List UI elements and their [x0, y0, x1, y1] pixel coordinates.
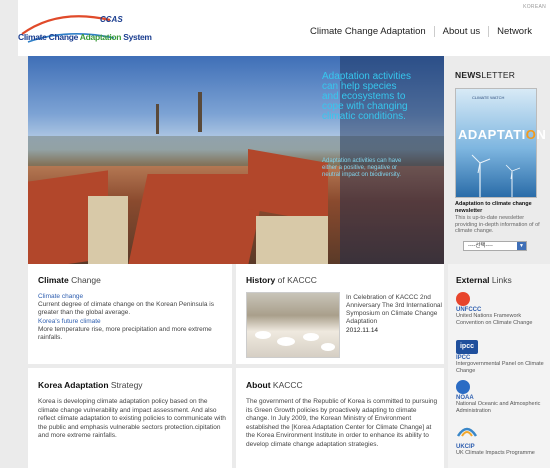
climate-change-link[interactable]: Climate change — [38, 293, 83, 300]
chevron-down-icon[interactable]: ▼ — [517, 242, 526, 250]
unfccc-logo-icon — [456, 292, 470, 306]
external-link-unfccc[interactable]: UNFCCC United Nations Framework Conventi… — [456, 292, 550, 326]
photo-table — [277, 337, 295, 346]
climate-change-desc: Current degree of climate change on the … — [38, 301, 214, 316]
hero-wall — [88, 196, 128, 264]
about-block: About KACCC The government of the Republ… — [236, 368, 444, 468]
history-heading: History of KACCC — [246, 275, 317, 285]
newsletter-select[interactable]: ----선택---- ▼ — [463, 241, 527, 251]
korea-adaptation-text: Korea is developing climate adaptation p… — [38, 398, 226, 439]
wind-turbine-icon — [471, 154, 521, 197]
climate-change-block: Climate Change Climate change Current de… — [28, 264, 232, 364]
newsletter-cover-tag: CLIMATE WATCH — [472, 95, 505, 100]
newsletter-select-value: ----선택---- — [468, 243, 493, 249]
ukcip-logo-icon — [456, 427, 478, 437]
external-link-desc: UK Climate Impacts Programme — [456, 450, 535, 456]
climate-change-heading: Climate Change — [38, 275, 101, 285]
external-link-ukcip[interactable]: UKCIP UK Climate Impacts Programme — [456, 424, 550, 457]
external-link-noaa[interactable]: NOAA National Oceanic and Atmospheric Ad… — [456, 380, 550, 414]
newsletter-description: This is up-to-date newsletter providing … — [455, 215, 540, 234]
hero-church-spire — [198, 92, 202, 132]
korea-adaptation-heading: Korea Adaptation Strategy — [38, 380, 143, 390]
logo-ccas-text: CCAS — [100, 15, 123, 24]
hero-church-spire — [156, 104, 159, 134]
hero-headline: Adaptation activities can help species a… — [322, 71, 411, 122]
external-links-heading: External Links — [456, 275, 512, 285]
external-links-panel: External Links UNFCCC United Nations Fra… — [448, 264, 550, 468]
external-link-desc: National Oceanic and Atmospheric Adminis… — [456, 401, 541, 414]
history-date: 2012.11.14 — [346, 327, 379, 334]
future-climate-link[interactable]: Korea's future climate — [38, 318, 101, 325]
site-logo[interactable]: CCAS Climate Change Adaptation System — [18, 12, 152, 50]
about-text: The government of the Republic of Korea … — [246, 398, 438, 448]
language-link-korean[interactable]: KOREAN — [523, 4, 546, 10]
main-nav: Climate Change Adaptation About us Netwo… — [302, 26, 540, 37]
nav-item-network[interactable]: Network — [489, 26, 540, 37]
photo-table — [321, 343, 335, 351]
newsletter-cover-image[interactable]: CLIMATE WATCH ADAPTATION — [455, 88, 546, 198]
hero-wall — [256, 216, 328, 264]
history-block: History of KACCC In Celebration of KACCC… — [236, 264, 444, 364]
external-link-desc: United Nations Framework Convention on C… — [456, 313, 533, 326]
nav-item-about-us[interactable]: About us — [435, 26, 489, 37]
noaa-logo-icon — [456, 380, 470, 394]
hero-subtext: Adaptation activities can have either a … — [322, 158, 402, 178]
site-header: KOREAN CCAS Climate Change Adaptation Sy… — [18, 0, 550, 56]
newsletter-heading: NEWSLETTER — [455, 70, 516, 80]
history-text[interactable]: In Celebration of KACCC 2nd Anniversary … — [346, 294, 442, 326]
symposium-photo[interactable] — [246, 292, 340, 358]
ipcc-logo-icon: ipcc — [456, 340, 478, 354]
photo-table — [303, 333, 319, 341]
newsletter-cover-title: ADAPTATION — [458, 127, 547, 142]
newsletter-caption[interactable]: Adaptation to climate change newsletter — [455, 201, 545, 214]
korea-adaptation-block: Korea Adaptation Strategy Korea is devel… — [28, 368, 232, 468]
future-climate-desc: More temperature rise, more precipitatio… — [38, 326, 212, 341]
logo-wordmark: Climate Change Adaptation System — [18, 32, 152, 42]
about-heading: About KACCC — [246, 380, 303, 390]
hero-roof-center — [128, 174, 268, 264]
photo-table — [255, 331, 271, 339]
external-link-ipcc[interactable]: ipcc IPCC Intergovernmental Panel on Cli… — [456, 340, 550, 374]
nav-item-climate-change-adaptation[interactable]: Climate Change Adaptation — [302, 26, 434, 37]
external-link-desc: Intergovernmental Panel on Climate Chang… — [456, 361, 544, 374]
